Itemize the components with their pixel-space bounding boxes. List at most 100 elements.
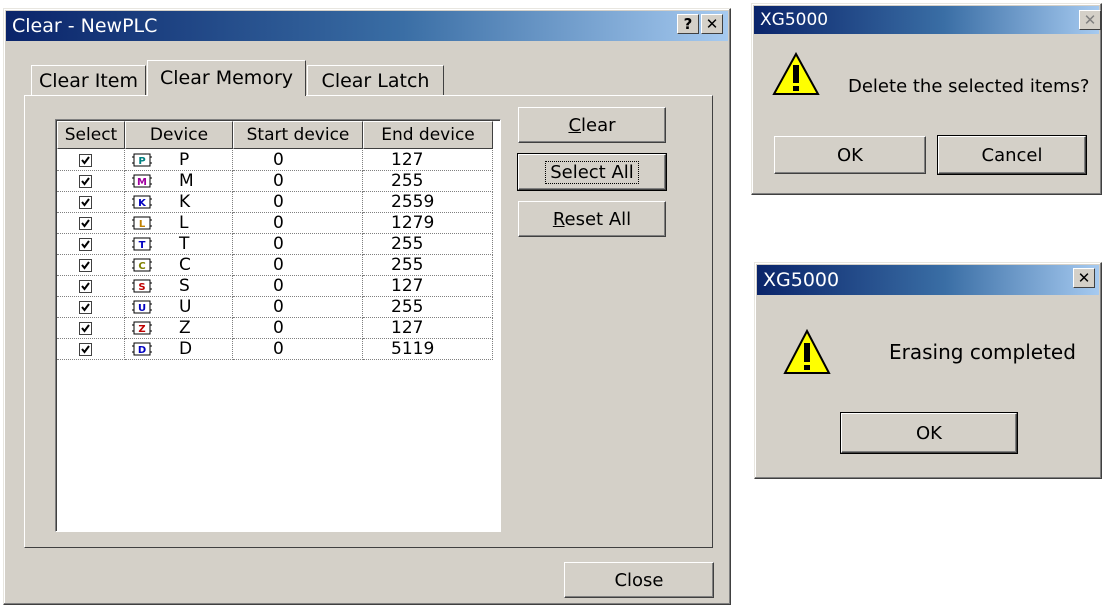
svg-text:S: S [138,282,145,293]
select-checkbox[interactable] [79,259,92,272]
table-row[interactable]: K K 0 2559 [57,192,493,213]
confirm-ok-button[interactable]: OK [774,136,926,174]
select-all-button[interactable]: Select All [517,153,667,191]
start-device-cell: 0 [233,234,363,255]
table-row[interactable]: P P 0 127 [57,150,493,171]
confirm-dialog-titlebar[interactable]: XG5000 [754,6,1099,34]
table-row[interactable]: U U 0 255 [57,297,493,318]
select-checkbox[interactable] [79,238,92,251]
start-device-cell: 0 [233,171,363,192]
end-device-cell: 255 [363,171,493,192]
clear-dialog-titlebar[interactable]: Clear - NewPLC [6,11,728,41]
device-name: U [179,297,192,317]
table-row[interactable]: L L 0 1279 [57,213,493,234]
device-chip-icon: D [131,341,153,357]
start-device-cell: 0 [233,213,363,234]
table-row[interactable]: D D 0 5119 [57,339,493,360]
svg-text:D: D [138,345,146,356]
svg-text:P: P [138,156,145,167]
tab-clear-memory[interactable]: Clear Memory [147,60,306,96]
device-chip-icon: S [131,278,153,294]
confirm-dialog: XG5000 ✕ Delete the selected items? OK C… [751,3,1102,195]
clear-dialog: Clear - NewPLC ? ✕ Clear Item Clear Memo… [3,8,731,605]
select-cell [57,150,125,171]
column-end-device[interactable]: End device [363,121,493,149]
reset-all-button[interactable]: Reset All [518,201,666,237]
select-checkbox[interactable] [79,217,92,230]
select-checkbox[interactable] [79,343,92,356]
start-device-cell: 0 [233,318,363,339]
device-name: T [179,234,190,254]
select-cell [57,234,125,255]
table-row[interactable]: Z Z 0 127 [57,318,493,339]
clear-button-label: Clear [568,114,616,136]
select-cell [57,276,125,297]
device-name: L [179,213,189,233]
column-select[interactable]: Select [57,121,125,149]
confirm-cancel-button[interactable]: Cancel [937,135,1087,175]
select-checkbox[interactable] [79,175,92,188]
tab-clear-item[interactable]: Clear Item [31,65,146,95]
warning-icon [783,329,831,374]
start-device-cell: 0 [233,150,363,171]
column-start-device[interactable]: Start device [233,121,363,149]
close-button[interactable]: Close [564,562,714,598]
warning-icon [772,52,820,95]
erase-complete-dialog: XG5000 ✕ Erasing completed OK [754,262,1102,479]
device-chip-icon: L [131,215,153,231]
start-device-cell: 0 [233,339,363,360]
help-button[interactable]: ? [677,14,699,34]
svg-text:U: U [138,303,146,314]
clear-button[interactable]: Clear [518,107,666,143]
end-device-cell: 127 [363,276,493,297]
device-cell: MM [125,171,233,192]
done-close-icon[interactable]: ✕ [1073,268,1095,288]
end-device-cell: 1279 [363,213,493,234]
select-cell [57,318,125,339]
start-device-cell: 0 [233,255,363,276]
end-device-cell: 255 [363,234,493,255]
table-row[interactable]: C C 0 255 [57,255,493,276]
svg-text:T: T [139,240,146,251]
start-device-cell: 0 [233,297,363,318]
select-cell [57,339,125,360]
device-name: D [179,339,193,359]
tab-clear-latch[interactable]: Clear Latch [307,65,444,95]
select-checkbox[interactable] [79,154,92,167]
table-row[interactable]: M M 0 255 [57,171,493,192]
table-row[interactable]: S S 0 127 [57,276,493,297]
select-cell [57,213,125,234]
device-cell: TT [125,234,233,255]
column-device[interactable]: Device [125,121,233,149]
select-checkbox[interactable] [79,322,92,335]
device-name: M [179,171,194,191]
device-chip-icon: Z [131,320,153,336]
device-cell: UU [125,297,233,318]
done-ok-button[interactable]: OK [840,412,1018,454]
end-device-cell: 255 [363,297,493,318]
done-message: Erasing completed [889,340,1076,364]
end-device-cell: 255 [363,255,493,276]
select-all-label: Select All [545,160,639,184]
select-checkbox[interactable] [79,301,92,314]
confirm-message: Delete the selected items? [848,76,1090,97]
device-chip-icon: K [131,194,153,210]
device-chip-icon: M [131,173,153,189]
device-cell: ZZ [125,318,233,339]
device-chip-icon: U [131,299,153,315]
select-checkbox[interactable] [79,280,92,293]
svg-text:M: M [137,177,147,188]
device-cell: PP [125,150,233,171]
device-list[interactable]: Select Device Start device End device PP… [55,119,501,532]
select-checkbox[interactable] [79,196,92,209]
start-device-cell: 0 [233,192,363,213]
device-name: K [179,192,191,212]
end-device-cell: 2559 [363,192,493,213]
device-cell: LL [125,213,233,234]
done-dialog-titlebar[interactable]: XG5000 [757,265,1099,295]
end-device-cell: 127 [363,318,493,339]
table-row[interactable]: T T 0 255 [57,234,493,255]
confirm-dialog-title: XG5000 [760,10,829,30]
confirm-close-icon[interactable]: ✕ [1079,10,1101,30]
close-icon[interactable]: ✕ [701,14,723,34]
